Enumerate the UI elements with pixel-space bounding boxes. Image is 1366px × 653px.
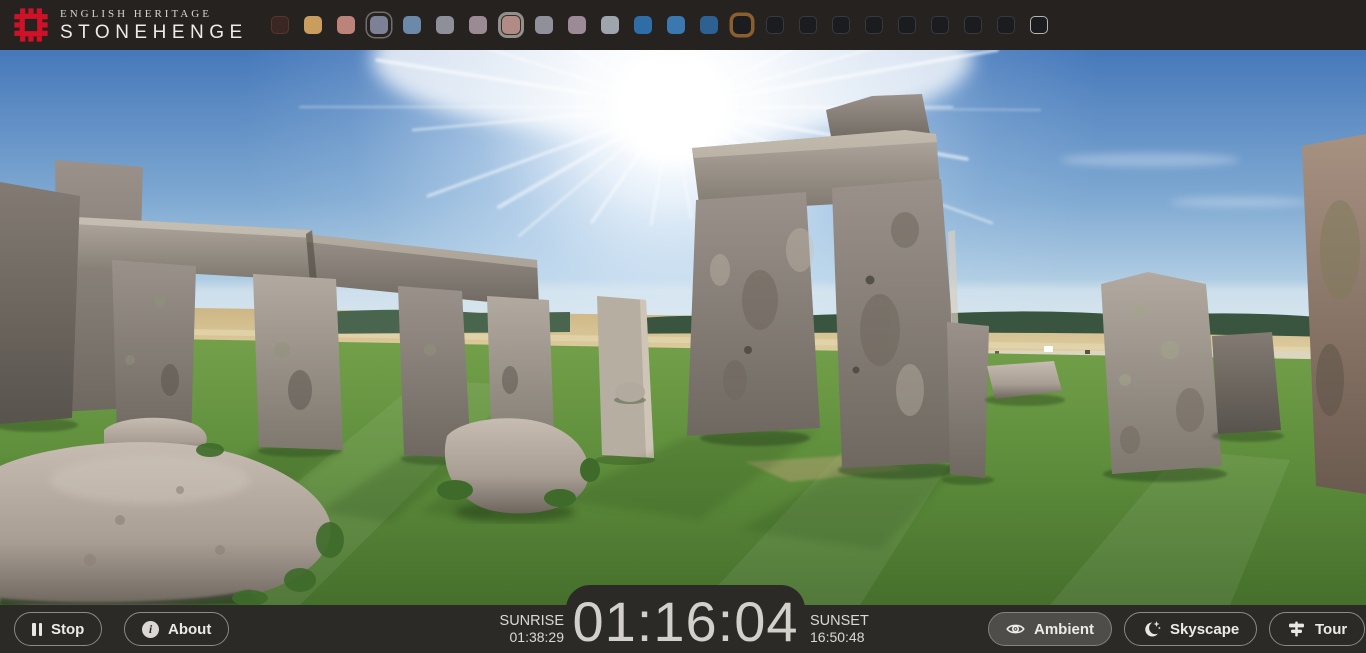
time-swatch-22[interactable]: [997, 16, 1015, 34]
time-swatch-20[interactable]: [931, 16, 949, 34]
time-swatch-7[interactable]: [502, 16, 520, 34]
time-swatch-15[interactable]: [766, 16, 784, 34]
skyscape-app: ENGLISH HERITAGE STONEHENGE: [0, 0, 1366, 653]
ambient-button[interactable]: Ambient: [988, 612, 1112, 646]
ambient-button-label: Ambient: [1034, 621, 1094, 638]
time-swatch-17[interactable]: [832, 16, 850, 34]
moon-sparkle-icon: [1142, 620, 1161, 638]
stonehenge-panorama-scene: [0, 50, 1366, 605]
stop-button-label: Stop: [51, 621, 84, 638]
pause-icon: [32, 623, 42, 636]
time-swatch-0[interactable]: [271, 16, 289, 34]
time-swatch-16[interactable]: [799, 16, 817, 34]
top-bar: ENGLISH HERITAGE STONEHENGE: [0, 0, 1366, 50]
time-swatch-14[interactable]: [733, 16, 751, 34]
bottom-bar: 01:16:04 Stop i About SUNRISE 01:38:29 S…: [0, 605, 1366, 653]
time-swatch-4[interactable]: [403, 16, 421, 34]
brand: ENGLISH HERITAGE STONEHENGE: [12, 6, 248, 44]
sunset-info: SUNSET 16:50:48: [810, 613, 869, 645]
time-swatch-21[interactable]: [964, 16, 982, 34]
time-swatch-2[interactable]: [337, 16, 355, 34]
time-swatch-5[interactable]: [436, 16, 454, 34]
about-button[interactable]: i About: [124, 612, 229, 646]
sunset-time: 16:50:48: [810, 629, 869, 645]
english-heritage-logo-icon: [12, 6, 50, 44]
time-swatch-1[interactable]: [304, 16, 322, 34]
eye-icon: [1006, 622, 1025, 636]
time-swatch-8[interactable]: [535, 16, 553, 34]
stop-button[interactable]: Stop: [14, 612, 102, 646]
skyscape-button[interactable]: Skyscape: [1124, 612, 1257, 646]
sunset-label: SUNSET: [810, 613, 869, 629]
sunrise-label: SUNRISE: [500, 613, 564, 629]
skyscape-button-label: Skyscape: [1170, 621, 1239, 638]
about-button-label: About: [168, 621, 211, 638]
panorama-viewer[interactable]: [0, 50, 1366, 605]
time-swatch-3[interactable]: [370, 16, 388, 34]
time-of-day-swatch-row: [271, 16, 1048, 34]
clock-panel: 01:16:04: [566, 585, 805, 653]
tour-button[interactable]: Tour: [1269, 612, 1365, 646]
distant-vehicle: [1044, 346, 1053, 352]
info-icon: i: [142, 621, 159, 638]
time-swatch-10[interactable]: [601, 16, 619, 34]
time-swatch-23[interactable]: [1030, 16, 1048, 34]
sunrise-info: SUNRISE 01:38:29: [500, 613, 564, 645]
brand-stonehenge: STONEHENGE: [60, 21, 248, 44]
time-swatch-13[interactable]: [700, 16, 718, 34]
tour-button-label: Tour: [1315, 621, 1347, 638]
brand-english-heritage: ENGLISH HERITAGE: [60, 7, 248, 21]
time-swatch-18[interactable]: [865, 16, 883, 34]
time-swatch-19[interactable]: [898, 16, 916, 34]
sunrise-time: 01:38:29: [500, 629, 564, 645]
clock-display: 01:16:04: [573, 591, 799, 653]
signpost-icon: [1287, 621, 1306, 637]
time-swatch-11[interactable]: [634, 16, 652, 34]
time-swatch-12[interactable]: [667, 16, 685, 34]
time-swatch-9[interactable]: [568, 16, 586, 34]
time-swatch-6[interactable]: [469, 16, 487, 34]
